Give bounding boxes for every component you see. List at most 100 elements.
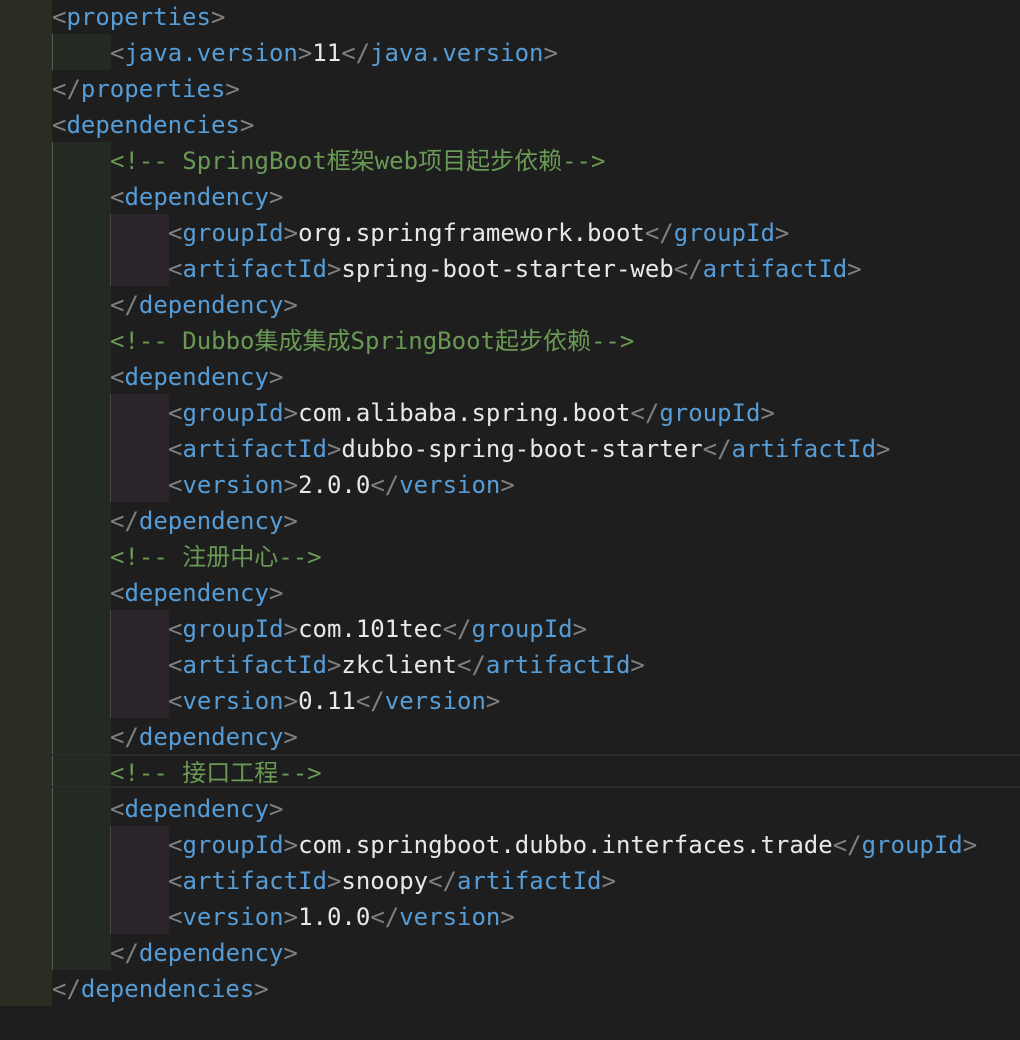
tag-bracket: </ xyxy=(341,39,371,67)
tag-bracket: < xyxy=(168,255,183,283)
tag-name: artifactId xyxy=(182,255,327,283)
tag-bracket: </ xyxy=(110,507,139,535)
tag-bracket: </ xyxy=(457,651,486,679)
tag-bracket: > xyxy=(268,363,284,391)
element-value: 2.0.0 xyxy=(298,471,371,499)
tag-bracket: > xyxy=(283,723,298,751)
code-line[interactable]: </dependencies> xyxy=(52,972,269,1008)
tag-name: artifactId xyxy=(702,255,848,283)
tag-name: version xyxy=(384,687,486,715)
tag-bracket: > xyxy=(283,471,299,499)
tag-name: groupId xyxy=(182,615,284,643)
tag-name: version xyxy=(399,903,501,931)
tag-bracket: > xyxy=(297,39,313,67)
tag-bracket: > xyxy=(500,471,515,499)
code-line[interactable]: </dependency> xyxy=(110,288,298,324)
tag-name: version xyxy=(182,687,284,715)
code-line[interactable]: <groupId>com.alibaba.spring.boot</groupI… xyxy=(168,396,775,432)
indent-guide xyxy=(52,142,111,970)
tag-bracket: > xyxy=(283,687,299,715)
tag-bracket: < xyxy=(110,795,125,823)
tag-bracket: </ xyxy=(644,219,674,247)
code-line[interactable]: <dependencies> xyxy=(52,108,254,144)
tag-bracket: < xyxy=(168,435,183,463)
code-line[interactable]: <groupId>com.springboot.dubbo.interfaces… xyxy=(168,828,977,864)
code-line[interactable]: </dependency> xyxy=(110,504,298,540)
code-line[interactable]: <dependency> xyxy=(110,180,283,216)
tag-name: groupId xyxy=(182,831,284,859)
code-line[interactable]: <dependency> xyxy=(110,792,283,828)
tag-bracket: > xyxy=(326,435,342,463)
code-line[interactable]: <artifactId>snoopy</artifactId> xyxy=(168,864,616,900)
tag-bracket: </ xyxy=(355,687,385,715)
element-value: com.springboot.dubbo.interfaces.trade xyxy=(298,831,833,859)
tag-bracket: > xyxy=(283,939,298,967)
element-value: 0.11 xyxy=(298,687,356,715)
tag-bracket: </ xyxy=(428,867,458,895)
tag-bracket: > xyxy=(268,183,284,211)
element-value: zkclient xyxy=(341,651,457,679)
tag-bracket: </ xyxy=(832,831,862,859)
tag-bracket: > xyxy=(283,507,298,535)
code-line[interactable]: </dependency> xyxy=(110,936,298,972)
code-line[interactable]: <java.version>11</java.version> xyxy=(110,36,558,72)
tag-bracket: > xyxy=(876,435,891,463)
tag-bracket: </ xyxy=(52,975,81,1003)
tag-name: groupId xyxy=(861,831,963,859)
code-line[interactable]: <groupId>com.101tec</groupId> xyxy=(168,612,587,648)
tag-bracket: > xyxy=(283,903,299,931)
tag-bracket: > xyxy=(962,831,978,859)
tag-bracket: < xyxy=(168,687,183,715)
tag-name: groupId xyxy=(182,399,284,427)
tag-bracket: > xyxy=(630,651,645,679)
code-line[interactable]: <!-- 注册中心--> xyxy=(110,540,322,576)
element-value: dubbo-spring-boot-starter xyxy=(341,435,703,463)
code-editor[interactable]: <properties> <java.version>11</java.versi… xyxy=(0,0,1020,1040)
tag-bracket: < xyxy=(168,399,183,427)
code-line[interactable]: <properties> xyxy=(52,0,225,36)
tag-bracket: </ xyxy=(630,399,660,427)
tag-name: artifactId xyxy=(182,651,327,679)
indent-guide xyxy=(52,34,111,70)
tag-name: dependency xyxy=(138,939,284,967)
code-line[interactable]: <!-- SpringBoot框架web项目起步依赖--> xyxy=(110,144,605,180)
indent-guide xyxy=(110,214,169,286)
code-line[interactable]: <!-- Dubbo集成集成SpringBoot起步依赖--> xyxy=(110,324,634,360)
tag-bracket: < xyxy=(168,831,183,859)
code-line[interactable]: <artifactId>spring-boot-starter-web</art… xyxy=(168,252,862,288)
xml-comment: <!-- 接口工程--> xyxy=(110,759,322,787)
tag-bracket: > xyxy=(239,111,255,139)
code-line[interactable]: </properties> xyxy=(52,72,240,108)
xml-comment: <!-- SpringBoot框架web项目起步依赖--> xyxy=(110,147,606,175)
code-line[interactable]: <groupId>org.springframework.boot</group… xyxy=(168,216,789,252)
code-line[interactable]: <dependency> xyxy=(110,360,283,396)
code-line[interactable]: <artifactId>dubbo-spring-boot-starter</a… xyxy=(168,432,891,468)
code-line[interactable]: <version>1.0.0</version> xyxy=(168,900,515,936)
code-line[interactable]: <!-- 接口工程--> xyxy=(110,756,322,792)
element-value: com.101tec xyxy=(298,615,443,643)
tag-name: version xyxy=(182,903,284,931)
code-line[interactable]: <dependency> xyxy=(110,576,283,612)
tag-name: dependency xyxy=(138,507,284,535)
element-value: snoopy xyxy=(341,867,429,895)
code-line[interactable]: </dependency> xyxy=(110,720,298,756)
tag-name: java.version xyxy=(124,39,298,67)
code-line[interactable]: <version>2.0.0</version> xyxy=(168,468,515,504)
tag-bracket: < xyxy=(110,363,125,391)
code-line[interactable]: <version>0.11</version> xyxy=(168,684,500,720)
tag-bracket: </ xyxy=(702,435,732,463)
tag-name: dependency xyxy=(138,291,284,319)
tag-bracket: < xyxy=(168,903,183,931)
tag-name: dependency xyxy=(124,363,269,391)
tag-bracket: </ xyxy=(110,291,139,319)
tag-bracket: < xyxy=(52,3,67,31)
tag-bracket: > xyxy=(847,255,862,283)
tag-bracket: > xyxy=(485,687,501,715)
code-line[interactable]: <artifactId>zkclient</artifactId> xyxy=(168,648,645,684)
tag-bracket: > xyxy=(760,399,775,427)
tag-bracket: < xyxy=(168,471,183,499)
tag-bracket: </ xyxy=(52,75,81,103)
tag-bracket: > xyxy=(283,615,299,643)
tag-name: dependencies xyxy=(80,975,255,1003)
tag-bracket: </ xyxy=(370,903,400,931)
